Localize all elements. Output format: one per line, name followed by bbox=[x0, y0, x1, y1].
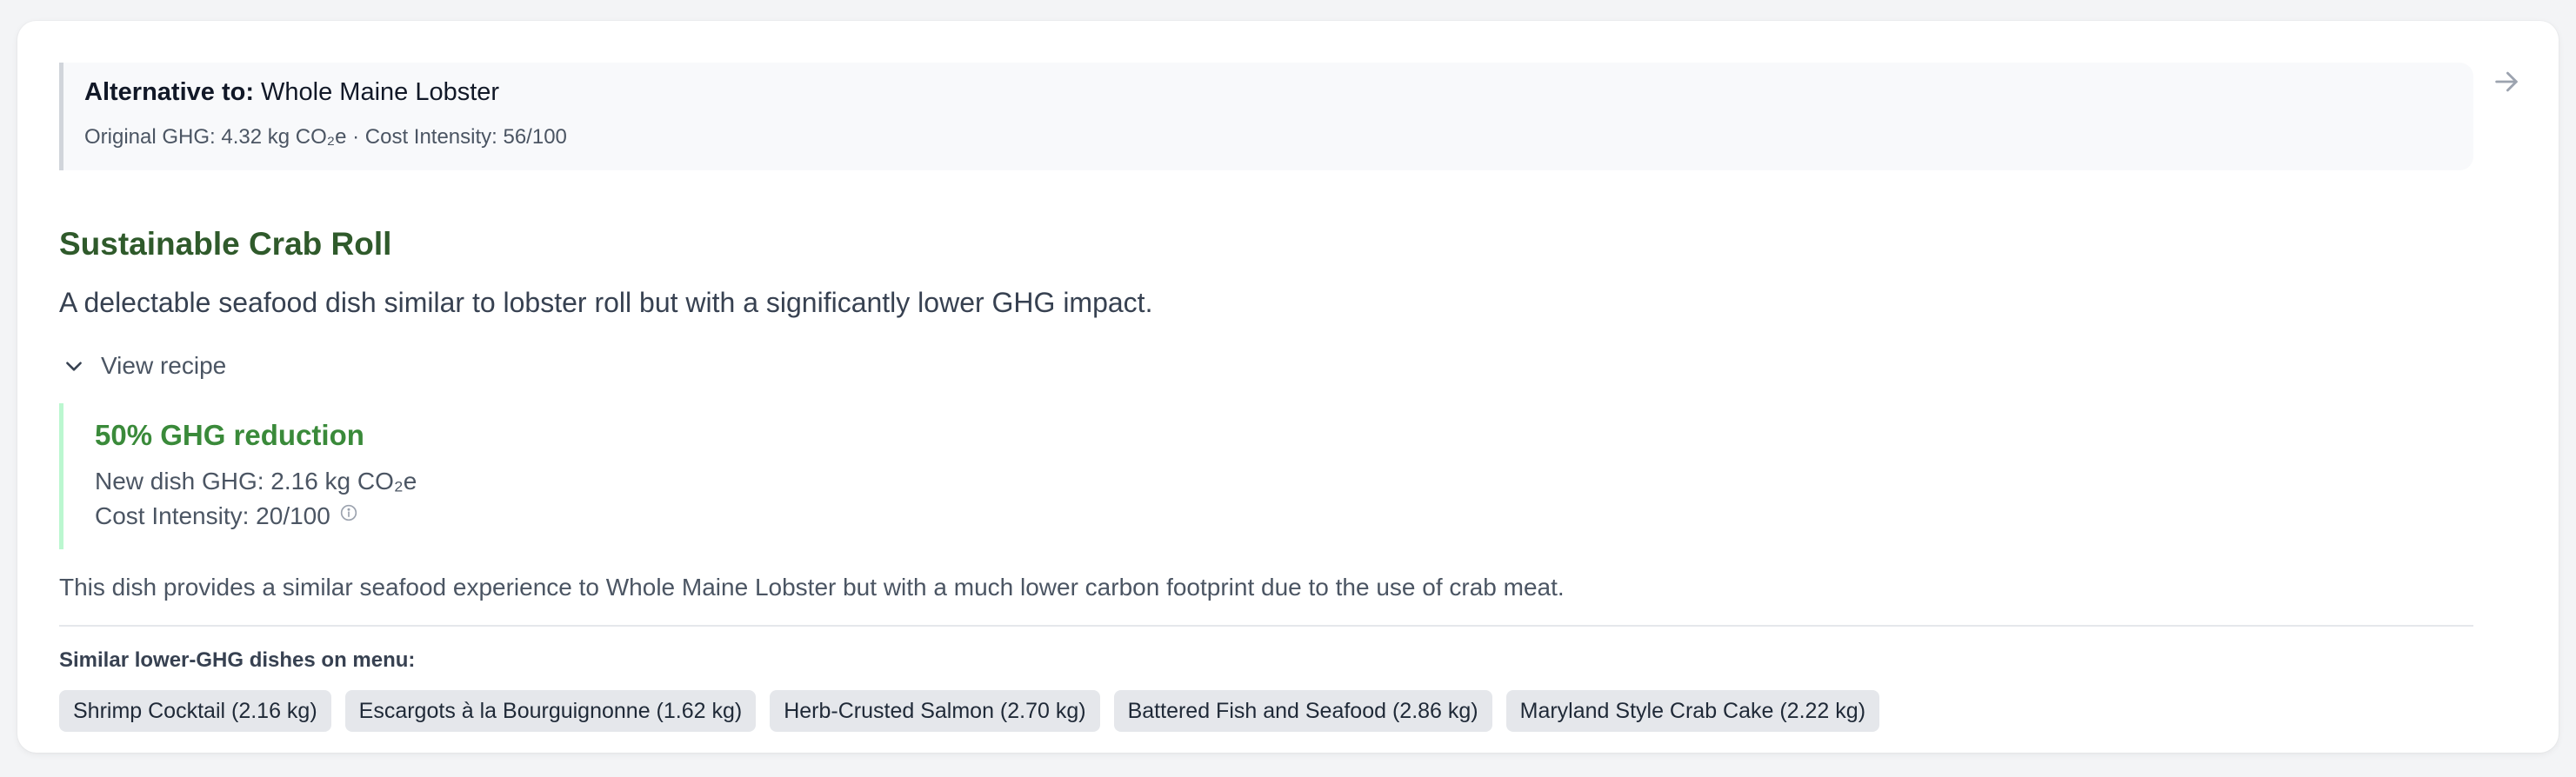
dish-title: Sustainable Crab Roll bbox=[59, 226, 392, 262]
original-dish-name: Whole Maine Lobster bbox=[261, 78, 500, 106]
explanation-text: This dish provides a similar seafood exp… bbox=[59, 574, 1565, 601]
similar-dishes-list: Shrimp Cocktail (2.16 kg) Escargots à la… bbox=[59, 690, 1880, 732]
view-recipe-label: View recipe bbox=[101, 352, 227, 379]
cost-intensity-value: Cost Intensity: 20/100 bbox=[95, 502, 330, 529]
alternative-card: Alternative to: Whole Maine Lobster Orig… bbox=[17, 21, 2559, 753]
next-button[interactable] bbox=[2484, 61, 2529, 106]
dish-description: A delectable seafood dish similar to lob… bbox=[59, 287, 1153, 318]
original-dish-stats: Original GHG: 4.32 kg CO₂e · Cost Intens… bbox=[84, 125, 567, 149]
info-icon[interactable] bbox=[339, 503, 358, 522]
cost-intensity-row: Cost Intensity: 20/100 bbox=[95, 502, 358, 530]
divider bbox=[59, 625, 2473, 627]
view-recipe-toggle[interactable]: View recipe bbox=[59, 346, 226, 386]
alternative-to-heading: Alternative to: Whole Maine Lobster bbox=[84, 78, 499, 107]
chevron-down-icon bbox=[59, 351, 89, 381]
arrow-right-icon bbox=[2492, 67, 2521, 101]
similar-dishes-label: Similar lower-GHG dishes on menu: bbox=[59, 648, 416, 672]
alternative-to-label: Alternative to: bbox=[84, 78, 254, 106]
new-dish-ghg: New dish GHG: 2.16 kg CO₂e bbox=[95, 468, 417, 495]
similar-dish-chip[interactable]: Herb-Crusted Salmon (2.70 kg) bbox=[770, 690, 1100, 732]
similar-dish-chip[interactable]: Maryland Style Crab Cake (2.22 kg) bbox=[1505, 690, 1880, 732]
alternative-to-panel: Alternative to: Whole Maine Lobster Orig… bbox=[59, 63, 2473, 170]
similar-dish-chip[interactable]: Escargots à la Bourguignonne (1.62 kg) bbox=[344, 690, 757, 732]
ghg-reduction-label: 50% GHG reduction bbox=[95, 419, 364, 451]
similar-dish-chip[interactable]: Shrimp Cocktail (2.16 kg) bbox=[59, 690, 331, 732]
similar-dish-chip[interactable]: Battered Fish and Seafood (2.86 kg) bbox=[1113, 690, 1492, 732]
ghg-impact-panel: 50% GHG reduction New dish GHG: 2.16 kg … bbox=[59, 403, 755, 549]
